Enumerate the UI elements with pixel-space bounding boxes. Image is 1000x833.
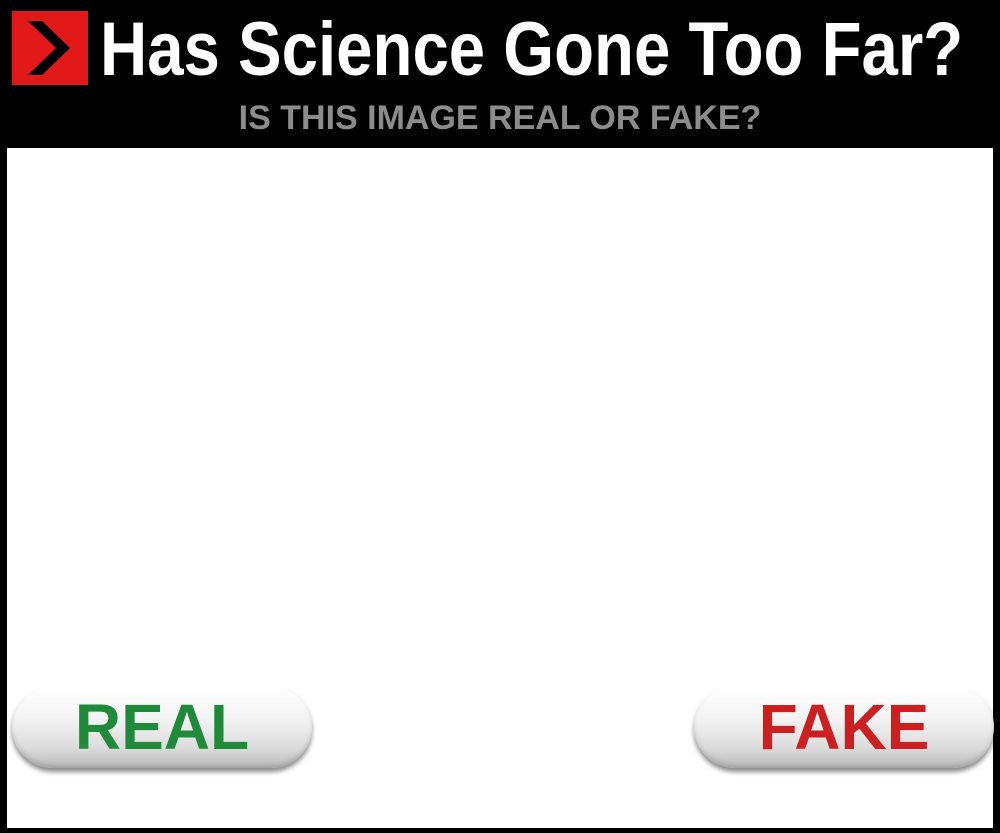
meme-template: Has Science Gone Too Far? IS THIS IMAGE … — [0, 0, 1000, 833]
play-arrow-icon — [12, 11, 88, 85]
header-bar: Has Science Gone Too Far? IS THIS IMAGE … — [0, 0, 1000, 148]
bottom-panel — [7, 776, 993, 828]
page-subtitle: IS THIS IMAGE REAL OR FAKE? — [238, 99, 762, 137]
fake-button[interactable]: FAKE — [694, 686, 994, 768]
real-button[interactable]: REAL — [12, 686, 312, 768]
page-title: Has Science Gone Too Far? — [100, 7, 964, 92]
